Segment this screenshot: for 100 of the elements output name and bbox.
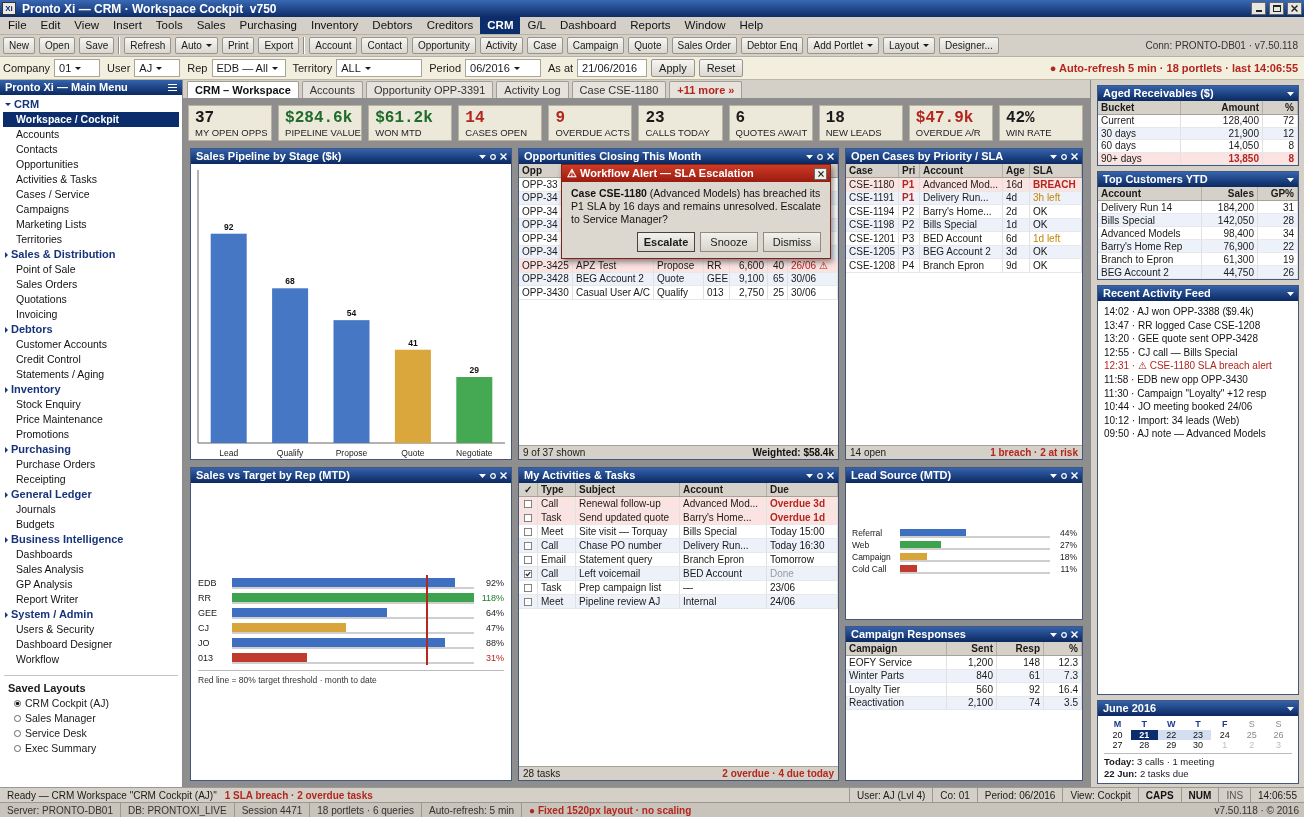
toolbar-button[interactable]: Case	[527, 37, 563, 54]
menu-item[interactable]: Inventory	[304, 17, 366, 34]
toolbar-button[interactable]: Open	[39, 37, 76, 54]
nav-item[interactable]: Receipting	[3, 472, 179, 487]
menu-item[interactable]: Tools	[148, 17, 190, 34]
ring-icon[interactable]	[1061, 631, 1067, 638]
caret-icon[interactable]	[1050, 154, 1057, 159]
toolbar-button[interactable]: Debtor Enq	[740, 37, 804, 54]
caret-icon[interactable]	[479, 473, 486, 478]
minimize-button[interactable]	[1251, 2, 1266, 15]
nav-item[interactable]: Point of Sale	[3, 262, 179, 277]
caret-icon[interactable]	[806, 473, 813, 478]
nav-item[interactable]: Budgets	[3, 517, 179, 532]
menu-item[interactable]: View	[67, 17, 107, 34]
caret-icon[interactable]	[1287, 706, 1294, 711]
close-button[interactable]	[1287, 2, 1302, 15]
table-row[interactable]: OPP-3430 Casual User A/C Qualify 013 2,750 25 30/06	[519, 286, 838, 300]
close-icon[interactable]	[1071, 472, 1078, 479]
table-row[interactable]: CSE-1180 P1 Advanced Mod... 16d BREACH	[846, 178, 1082, 192]
nav-item[interactable]: Cases / Service	[3, 187, 179, 202]
select-field[interactable]: AJ	[134, 59, 181, 77]
table-row[interactable]: Current 128,400 72	[1098, 115, 1298, 128]
column-header[interactable]: %	[1285, 100, 1294, 115]
column-header[interactable]: Sales	[1227, 186, 1254, 201]
nav-item[interactable]: Territories	[3, 232, 179, 247]
nav-item[interactable]: Marketing Lists	[3, 217, 179, 232]
menu-item[interactable]: Dashboard	[553, 17, 624, 34]
calendar-day[interactable]: 29	[1157, 740, 1185, 750]
ring-icon[interactable]	[817, 472, 823, 479]
nav-item[interactable]: Credit Control	[3, 352, 179, 367]
checkbox[interactable]	[524, 499, 532, 508]
dialog-button[interactable]: Dismiss	[763, 232, 821, 252]
column-header[interactable]: Campaign	[849, 641, 898, 656]
calendar-day[interactable]: 24	[1211, 730, 1239, 740]
menu-item[interactable]: G/L	[520, 17, 554, 34]
toolbar-button[interactable]: Refresh	[124, 37, 172, 54]
nav-item[interactable]: Invoicing	[3, 307, 179, 322]
toolbar-button[interactable]: Export	[258, 37, 300, 54]
table-row[interactable]: 60 days 14,050 8	[1098, 140, 1298, 153]
tab[interactable]: Opportunity OPP-3391	[366, 81, 494, 98]
caret-icon[interactable]	[1287, 91, 1294, 96]
close-icon[interactable]	[500, 472, 507, 479]
ring-icon[interactable]	[1061, 153, 1067, 160]
calendar-day[interactable]: 26	[1265, 730, 1292, 740]
nav-item[interactable]: Dashboard Designer	[3, 637, 179, 652]
column-header[interactable]: Amount	[1221, 100, 1259, 115]
toolbar-button[interactable]: Contact	[361, 37, 408, 54]
calendar-day[interactable]: 28	[1130, 740, 1158, 750]
column-header[interactable]: Opp	[522, 163, 542, 178]
calendar-day[interactable]: 20	[1104, 730, 1131, 740]
caret-icon[interactable]	[479, 154, 486, 159]
toolbar-button[interactable]: Designer...	[939, 37, 999, 54]
nav-item[interactable]: Customer Accounts	[3, 337, 179, 352]
menu-item[interactable]: Creditors	[419, 17, 481, 34]
column-header[interactable]: Subject	[579, 482, 616, 497]
close-icon[interactable]	[827, 472, 834, 479]
nav-item[interactable]: Promotions	[3, 427, 179, 442]
nav-item[interactable]: Stock Enquiry	[3, 397, 179, 412]
nav-item[interactable]: Journals	[3, 502, 179, 517]
menu-item[interactable]: File	[1, 17, 34, 34]
column-header[interactable]: Case	[849, 163, 873, 178]
nav-item[interactable]: Workspace / Cockpit	[3, 112, 179, 127]
nav-item[interactable]: Statements / Aging	[3, 367, 179, 382]
tab[interactable]: Case CSE-1180	[571, 81, 667, 98]
nav-group[interactable]: Purchasing	[0, 442, 71, 457]
toolbar-button[interactable]: Opportunity	[411, 37, 476, 54]
calendar-day[interactable]: 23	[1184, 730, 1212, 740]
date-field[interactable]: 21/06/2016	[577, 59, 648, 77]
caret-icon[interactable]	[1287, 177, 1294, 182]
nav-item[interactable]: Opportunities	[3, 157, 179, 172]
checkbox[interactable]	[524, 597, 532, 606]
checkbox[interactable]	[524, 555, 532, 564]
menu-item[interactable]: Help	[732, 17, 771, 34]
toolbar-button[interactable]: Campaign	[566, 37, 625, 54]
column-header[interactable]: Account	[1101, 186, 1141, 201]
menu-icon[interactable]	[168, 84, 177, 91]
table-row[interactable]: Task Send updated quote Barry's Home... Overdue 1d	[519, 511, 838, 525]
toolbar-button[interactable]: Sales Order	[671, 37, 737, 54]
tab[interactable]: Accounts	[301, 81, 364, 98]
toolbar-button[interactable]: Save	[79, 37, 115, 54]
nav-group[interactable]: Business Intelligence	[0, 532, 124, 547]
nav-item[interactable]: Campaigns	[3, 202, 179, 217]
column-header[interactable]: SLA	[1033, 163, 1053, 178]
nav-group[interactable]: Inventory	[0, 382, 61, 397]
table-row[interactable]: Meet Pipeline review AJ Internal 24/06	[519, 595, 838, 609]
nav-group[interactable]: System / Admin	[0, 607, 94, 622]
table-row[interactable]: Call Left voicemail BED Account Done	[519, 567, 838, 581]
table-row[interactable]: Call Renewal follow-up Advanced Mod... Overdue 3d	[519, 497, 838, 511]
nav-group[interactable]: Sales & Distribution	[0, 247, 116, 262]
tab[interactable]: CRM – Workspace	[187, 81, 299, 98]
toolbar-button[interactable]: Account	[309, 37, 358, 54]
calendar-day[interactable]: 25	[1238, 730, 1266, 740]
column-header[interactable]: Sent	[971, 641, 993, 656]
caret-icon[interactable]	[806, 154, 813, 159]
menu-item[interactable]: CRM	[480, 17, 521, 34]
select-field[interactable]: 06/2016	[465, 59, 542, 77]
nav-item[interactable]: Dashboards	[3, 547, 179, 562]
nav-item[interactable]: Purchase Orders	[3, 457, 179, 472]
ring-icon[interactable]	[490, 153, 496, 160]
table-row[interactable]: CSE-1208 P4 Branch Epron 9d OK	[846, 259, 1082, 273]
